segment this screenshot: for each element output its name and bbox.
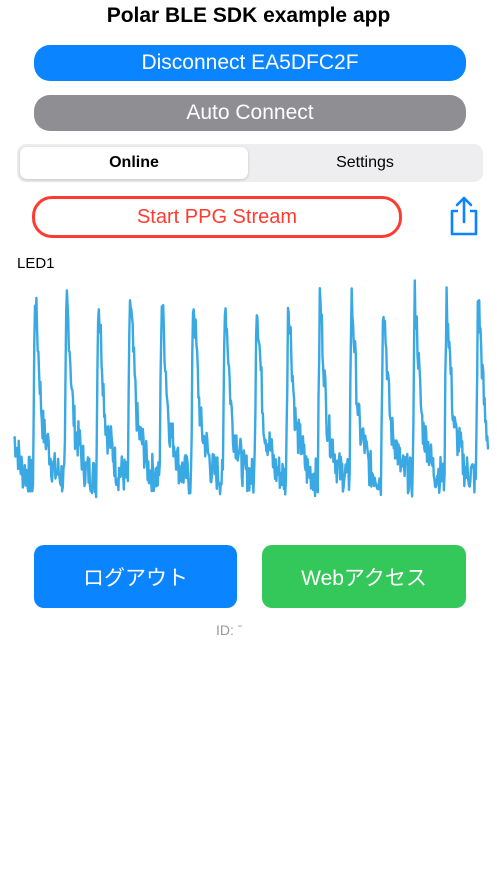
auto-connect-button[interactable]: Auto Connect <box>34 95 466 131</box>
logout-button[interactable]: ログアウト <box>34 545 237 608</box>
start-ppg-stream-button[interactable]: Start PPG Stream <box>32 196 402 238</box>
logout-button-label: ログアウト <box>83 566 188 590</box>
start-ppg-stream-label: Start PPG Stream <box>136 205 298 228</box>
disconnect-button[interactable]: Disconnect EA5DFC2F <box>34 45 466 81</box>
series-line-led1 <box>12 279 490 499</box>
device-id-text: ID: ˉ <box>216 622 243 638</box>
web-access-button-label: Webアクセス <box>301 566 427 590</box>
tab-settings-label: Settings <box>336 154 394 171</box>
web-access-button[interactable]: Webアクセス <box>262 545 466 608</box>
chart-legend-led1: LED1 <box>17 255 55 272</box>
tab-settings[interactable]: Settings <box>250 147 480 179</box>
ppg-chart <box>12 279 490 499</box>
disconnect-button-label: Disconnect EA5DFC2F <box>141 51 359 74</box>
tab-online[interactable]: Online <box>20 147 248 179</box>
tab-online-label: Online <box>109 154 159 171</box>
share-icon[interactable] <box>445 194 483 238</box>
app-title: Polar BLE SDK example app <box>106 4 391 27</box>
auto-connect-button-label: Auto Connect <box>186 101 314 124</box>
mode-segmented-control: Online Settings <box>17 144 483 182</box>
